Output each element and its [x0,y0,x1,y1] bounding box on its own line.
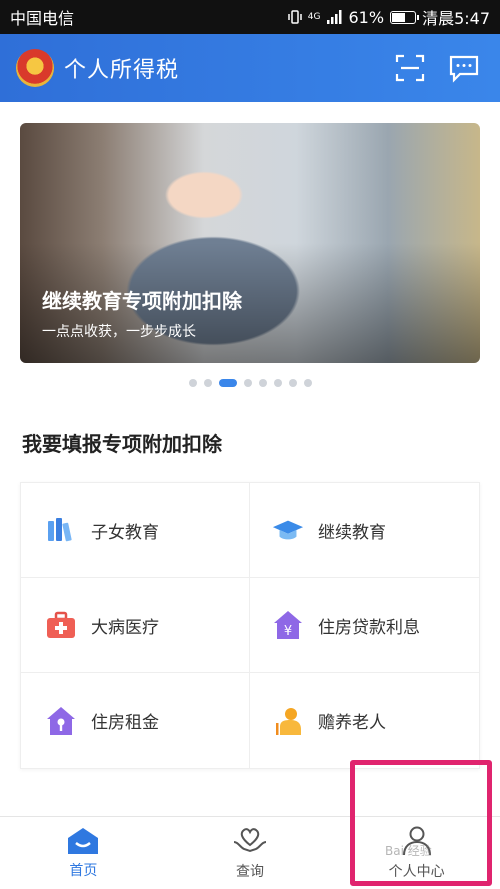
section-title: 我要填报专项附加扣除 [22,432,222,456]
clock: 清晨5:47 [422,9,490,28]
carousel-dot[interactable] [188,379,197,387]
deduction-label: 继续教育 [318,522,386,543]
signal-icon [326,10,341,24]
deduction-serious-illness[interactable]: 大病医疗 [21,578,250,673]
carousel-dot[interactable] [288,379,297,387]
deduction-label: 赡养老人 [318,713,386,733]
scan-button[interactable] [390,48,430,88]
app-title: 个人所得税 [64,58,180,83]
svg-text:¥: ¥ [284,624,292,639]
status-icons: 4G 61% 清晨5:47 [288,5,490,29]
status-bar: 中国电信 4G 61% 清晨5:47 [0,0,500,34]
scan-icon [395,54,425,82]
message-icon [449,55,479,83]
network-type: 4G [307,12,321,22]
carousel-dot[interactable] [243,379,252,387]
carrier-name: 中国电信 [10,9,75,28]
vibrate-icon [288,10,302,24]
deduction-continuing-education[interactable]: 继续教育 [250,483,479,578]
carousel-dot[interactable] [273,379,282,387]
house-yuan-icon: ¥ [272,609,304,641]
elderly-icon [272,705,304,737]
banner-subtitle: 一点点收获，一步步成长 [42,324,196,340]
deduction-label: 子女教育 [91,522,159,543]
app-header: 个人所得税 [0,34,500,102]
promo-banner[interactable]: 继续教育专项附加扣除 一点点收获，一步步成长 [20,123,480,363]
deduction-label: 大病医疗 [91,617,159,638]
deduction-grid: 子女教育 继续教育 大病医疗 ¥ 住房贷款利息 住房租金 赡养老人 [20,482,480,769]
battery-icon [390,10,420,24]
nav-label: 查询 [236,864,264,880]
carousel-dot[interactable] [303,379,312,387]
message-button[interactable] [444,48,484,88]
books-icon [45,514,77,546]
deduction-elderly-support[interactable]: 赡养老人 [250,673,479,768]
heart-hand-icon [233,828,267,853]
highlight-box [350,760,492,886]
deduction-housing-rent[interactable]: 住房租金 [21,673,250,768]
watermark: Bai 经验 [385,844,432,858]
graduation-cap-icon [272,514,304,546]
nav-label: 首页 [69,863,98,879]
house-key-icon [45,705,77,737]
deduction-children-education[interactable]: 子女教育 [21,483,250,578]
deduction-label: 住房贷款利息 [318,617,420,638]
medical-kit-icon [45,609,77,641]
deduction-label: 住房租金 [91,713,159,733]
carousel-dot[interactable] [258,379,267,387]
home-icon [68,828,99,854]
carousel-indicator [0,377,500,389]
banner-title: 继续教育专项附加扣除 [42,289,242,313]
battery-percent: 61% [348,7,385,27]
nav-query[interactable]: 查询 [167,817,334,889]
tax-emblem-icon [16,49,54,87]
deduction-housing-loan-interest[interactable]: ¥ 住房贷款利息 [250,578,479,673]
carousel-dot-active[interactable] [218,379,237,387]
nav-home[interactable]: 首页 [0,817,167,889]
carousel-dot[interactable] [203,379,212,387]
